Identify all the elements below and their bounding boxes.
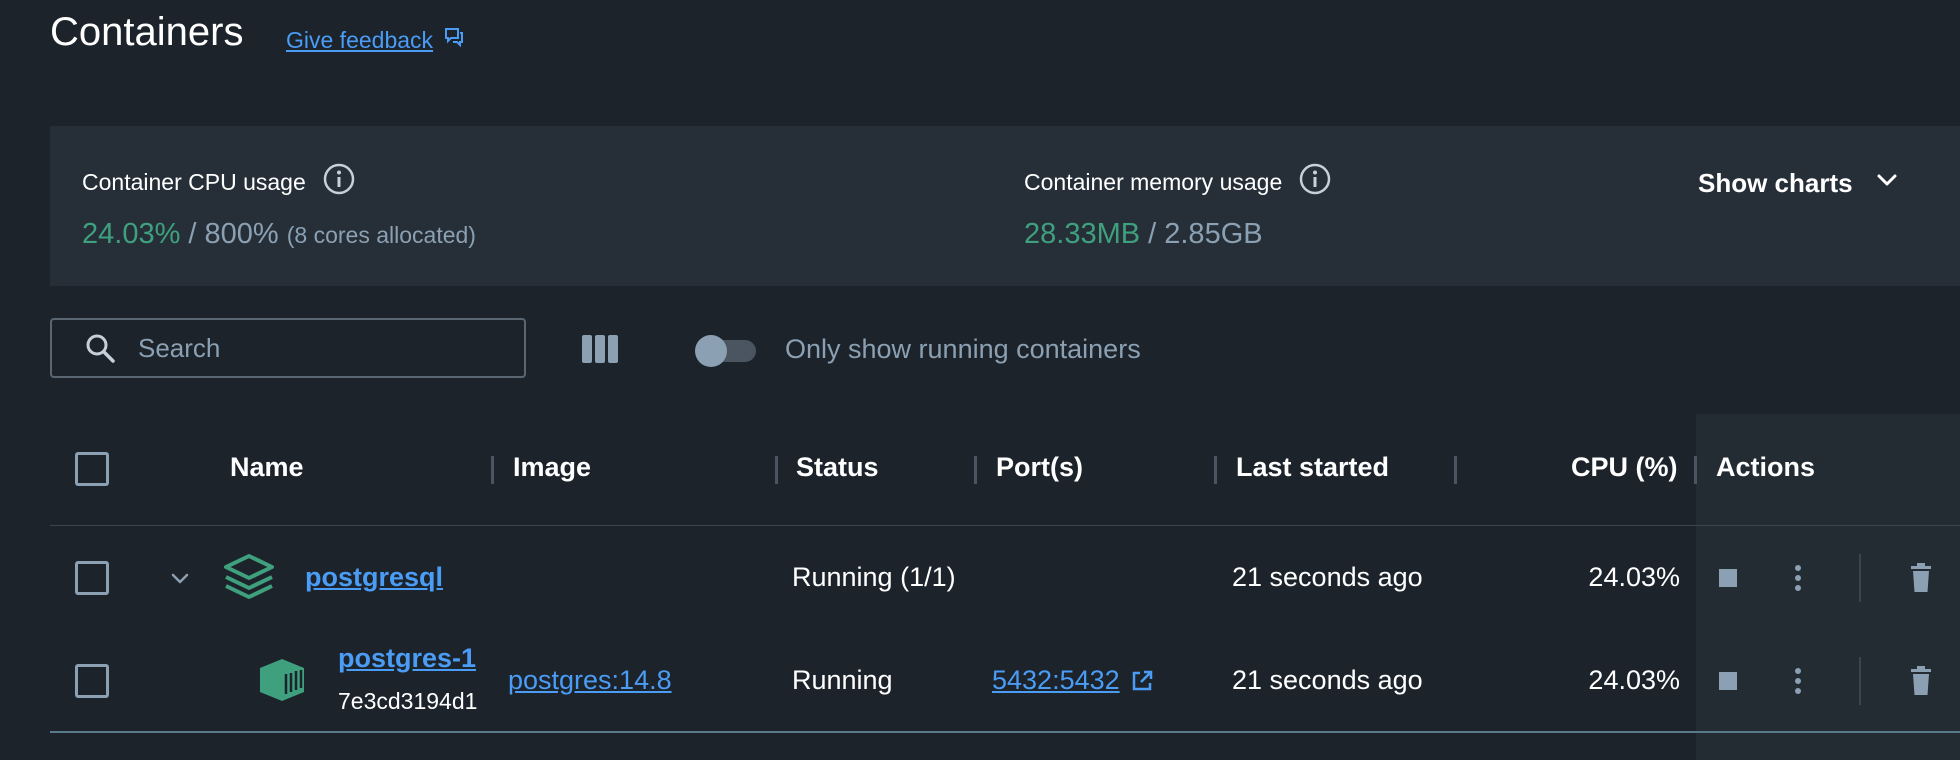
- column-header-status[interactable]: Status: [796, 452, 879, 483]
- memory-usage-label: Container memory usage: [1024, 168, 1283, 195]
- row-last-started: 21 seconds ago: [1232, 562, 1423, 592]
- container-id: 7e3cd3194d1: [338, 688, 478, 714]
- port-link[interactable]: 5432:5432: [992, 665, 1154, 696]
- row-checkbox-postgresql[interactable]: [75, 561, 109, 595]
- memory-total: 2.85GB: [1164, 218, 1263, 250]
- cpu-usage-value: 24.03% / 800% (8 cores allocated): [82, 218, 476, 251]
- memory-used: 28.33MB: [1024, 218, 1141, 250]
- column-resize-handle[interactable]: [1214, 456, 1217, 484]
- column-resize-handle[interactable]: [1454, 456, 1457, 484]
- column-header-last-started[interactable]: Last started: [1236, 452, 1389, 483]
- row-status: Running (1/1): [792, 562, 956, 592]
- show-charts-label: Show charts: [1698, 168, 1853, 198]
- actions-divider: [1859, 657, 1861, 705]
- row-cpu: 24.03%: [1588, 562, 1680, 592]
- feedback-icon: [443, 26, 465, 54]
- cpu-used: 24.03%: [82, 218, 181, 250]
- show-charts-button[interactable]: Show charts: [1698, 166, 1901, 201]
- more-vertical-icon[interactable]: [1782, 558, 1814, 598]
- page-title: Containers: [50, 10, 244, 54]
- trash-icon[interactable]: [1905, 558, 1937, 598]
- only-running-toggle-knob[interactable]: [695, 335, 727, 367]
- search-input[interactable]: [136, 331, 500, 365]
- external-link-icon: [1130, 669, 1154, 693]
- column-resize-handle[interactable]: [775, 456, 778, 484]
- stop-icon[interactable]: [1712, 663, 1744, 699]
- column-resize-handle[interactable]: [491, 456, 494, 484]
- cpu-total: 800%: [204, 218, 279, 250]
- give-feedback-label: Give feedback: [286, 26, 434, 53]
- info-icon[interactable]: [322, 162, 356, 202]
- actions-divider: [1859, 554, 1861, 602]
- memory-separator: /: [1140, 218, 1165, 250]
- table-bottom-divider: [50, 731, 1960, 733]
- give-feedback-link[interactable]: Give feedback: [286, 26, 465, 54]
- stop-icon[interactable]: [1712, 560, 1744, 596]
- chevron-down-icon: [1873, 166, 1901, 201]
- stack-icon: [222, 552, 276, 607]
- columns-icon[interactable]: [578, 330, 622, 368]
- memory-usage-value: 28.33MB / 2.85GB: [1024, 218, 1263, 251]
- more-vertical-icon[interactable]: [1782, 661, 1814, 701]
- row-last-started: 21 seconds ago: [1232, 665, 1423, 695]
- column-resize-handle[interactable]: [974, 456, 977, 484]
- usage-stats-panel: [50, 126, 1960, 286]
- row-status: Running: [792, 665, 893, 695]
- column-resize-handle[interactable]: [1694, 456, 1697, 484]
- row-cpu: 24.03%: [1588, 665, 1680, 695]
- container-name-link[interactable]: postgres-1: [338, 643, 476, 674]
- column-header-ports[interactable]: Port(s): [996, 452, 1083, 483]
- column-header-image[interactable]: Image: [513, 452, 591, 483]
- cpu-cores-note: (8 cores allocated): [286, 222, 476, 248]
- container-icon: [256, 656, 308, 709]
- row-checkbox-postgres-1[interactable]: [75, 664, 109, 698]
- container-name-link[interactable]: postgresql: [305, 562, 443, 593]
- image-link[interactable]: postgres:14.8: [508, 665, 672, 696]
- column-header-name[interactable]: Name: [230, 452, 304, 483]
- column-header-actions: Actions: [1716, 452, 1816, 482]
- search-box[interactable]: [50, 318, 526, 378]
- port-mapping: 5432:5432: [992, 665, 1120, 695]
- search-icon: [84, 332, 116, 364]
- info-icon[interactable]: [1298, 162, 1332, 202]
- select-all-checkbox[interactable]: [75, 452, 109, 486]
- cpu-separator: /: [180, 218, 205, 250]
- cpu-usage-label-row: Container CPU usage: [82, 162, 356, 202]
- trash-icon[interactable]: [1905, 661, 1937, 701]
- table-header-divider: [50, 525, 1960, 526]
- cpu-usage-label: Container CPU usage: [82, 168, 306, 195]
- chevron-down-icon[interactable]: [164, 562, 196, 594]
- only-running-label: Only show running containers: [785, 334, 1141, 364]
- memory-usage-label-row: Container memory usage: [1024, 162, 1332, 202]
- column-header-cpu[interactable]: CPU (%): [1571, 452, 1678, 483]
